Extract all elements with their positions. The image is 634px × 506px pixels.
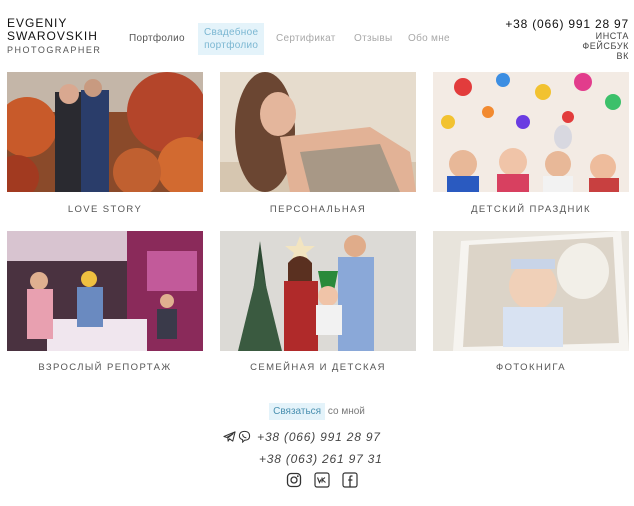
logo-tagline: PHOTOGRAPHER: [7, 45, 102, 55]
gallery-item-family[interactable]: [220, 231, 416, 351]
telegram-icon[interactable]: [223, 430, 236, 443]
nav-wedding-line-1: Свадебное: [204, 27, 259, 38]
gallery-item-kids-party[interactable]: [433, 72, 629, 192]
contact-button[interactable]: Связаться: [269, 403, 326, 420]
logo-line-2: SWAROVSKIH: [7, 29, 98, 43]
contact-cta: Связаться со мной: [0, 403, 634, 420]
gallery-caption: ФОТОКНИГА: [495, 362, 567, 373]
kids-party-photo: [433, 72, 629, 192]
couple-autumn-photo: [7, 72, 203, 192]
nav-about[interactable]: Обо мне: [408, 33, 450, 44]
gallery-caption: ВЗРОСЛЫЙ РЕПОРТАЖ: [38, 362, 172, 373]
nav-wedding-portfolio[interactable]: Свадебное портфолио: [198, 23, 265, 55]
nav-portfolio[interactable]: Портфолио: [129, 33, 185, 44]
footer-phone-2[interactable]: +38 (063) 261 97 31: [259, 452, 383, 466]
gallery-item-personal[interactable]: [220, 72, 416, 192]
nav-wedding-line-2: портфолио: [204, 40, 259, 51]
footer-socials: [286, 472, 358, 488]
gallery-item-adult-reportage[interactable]: [7, 231, 203, 351]
facebook-icon[interactable]: [342, 472, 358, 488]
gallery-caption: СЕМЕЙНАЯ И ДЕТСКАЯ: [250, 362, 386, 373]
site-logo[interactable]: EVGENIY SWAROVSKIH PHOTOGRAPHER: [7, 17, 101, 57]
instagram-icon[interactable]: [286, 472, 302, 488]
header-link-facebook[interactable]: ФЕЙСБУК: [505, 41, 629, 51]
header-phone[interactable]: +38 (066) 991 28 97: [505, 17, 629, 31]
footer-phone-1-row: +38 (066) 991 28 97: [223, 430, 381, 444]
header-link-vk[interactable]: ВК: [505, 51, 629, 61]
portrait-woman-photo: [220, 72, 416, 192]
header-link-insta[interactable]: ИНСТА: [505, 31, 629, 41]
footer-phone-1[interactable]: +38 (066) 991 28 97: [257, 430, 381, 444]
photobook-photo: [433, 231, 629, 351]
contact-cta-rest: со мной: [325, 406, 365, 417]
gallery-item-love-story[interactable]: [7, 72, 203, 192]
gallery-caption: LOVE STORY: [67, 204, 143, 215]
gallery-caption: ПЕРСОНАЛЬНАЯ: [269, 204, 367, 215]
viber-icon[interactable]: [238, 430, 251, 443]
family-photo: [220, 231, 416, 351]
header-contacts: +38 (066) 991 28 97 ИНСТА ФЕЙСБУК ВК: [505, 17, 629, 61]
gallery-caption: ДЕТСКИЙ ПРАЗДНИК: [471, 204, 591, 215]
nav-certificate[interactable]: Сертификат: [276, 33, 336, 44]
nav-reviews[interactable]: Отзывы: [354, 33, 392, 44]
gallery-item-photobook[interactable]: [433, 231, 629, 351]
vk-icon[interactable]: [314, 472, 330, 488]
party-reportage-photo: [7, 231, 203, 351]
